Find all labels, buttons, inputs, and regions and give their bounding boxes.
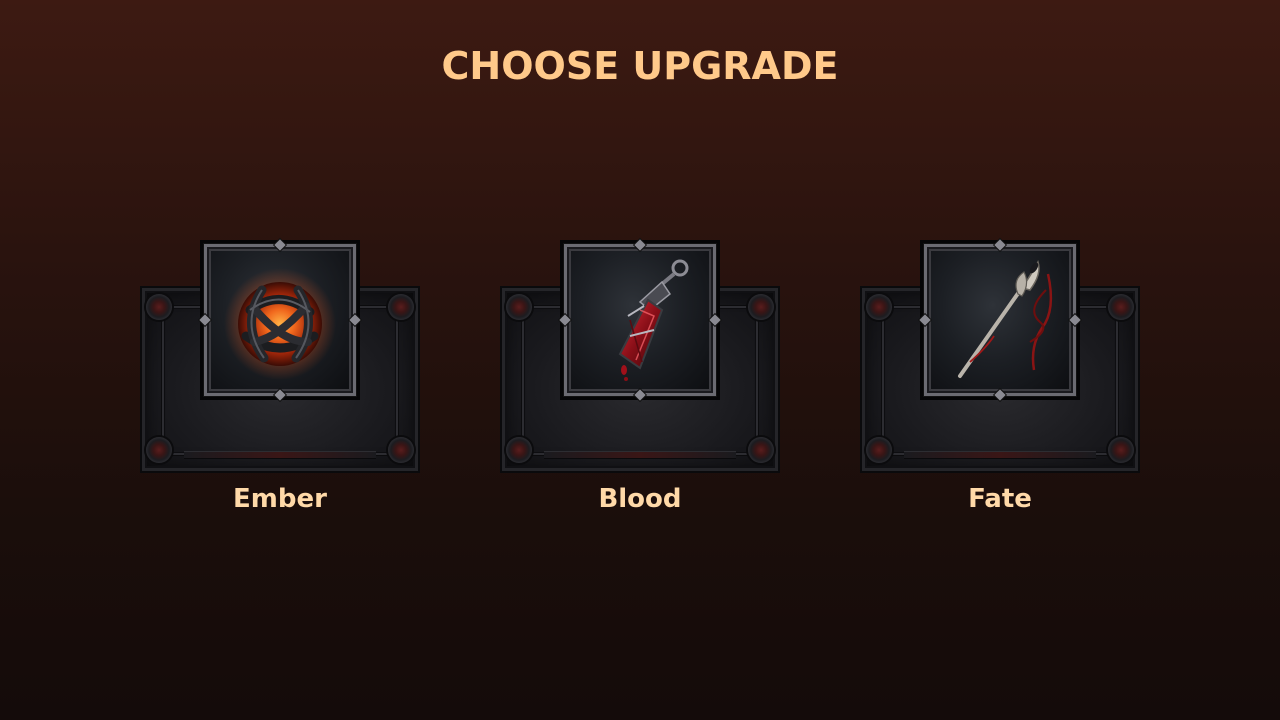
ember-orb-icon — [224, 268, 336, 380]
icon-frame — [919, 239, 1081, 401]
upgrade-label: Blood — [598, 484, 682, 514]
icon-frame — [199, 239, 361, 401]
upgrade-label: Ember — [233, 484, 327, 514]
upgrade-label: Fate — [968, 484, 1032, 514]
icon-frame — [559, 239, 721, 401]
screen-title: CHOOSE UPGRADE — [441, 44, 839, 88]
fate-needle-icon — [958, 260, 1053, 378]
upgrade-card-ember[interactable]: Ember — [140, 239, 420, 540]
blood-pendant-icon — [618, 259, 689, 381]
upgrade-card-fate[interactable]: Fate — [860, 239, 1140, 540]
upgrade-card-blood[interactable]: Blood — [500, 239, 780, 540]
